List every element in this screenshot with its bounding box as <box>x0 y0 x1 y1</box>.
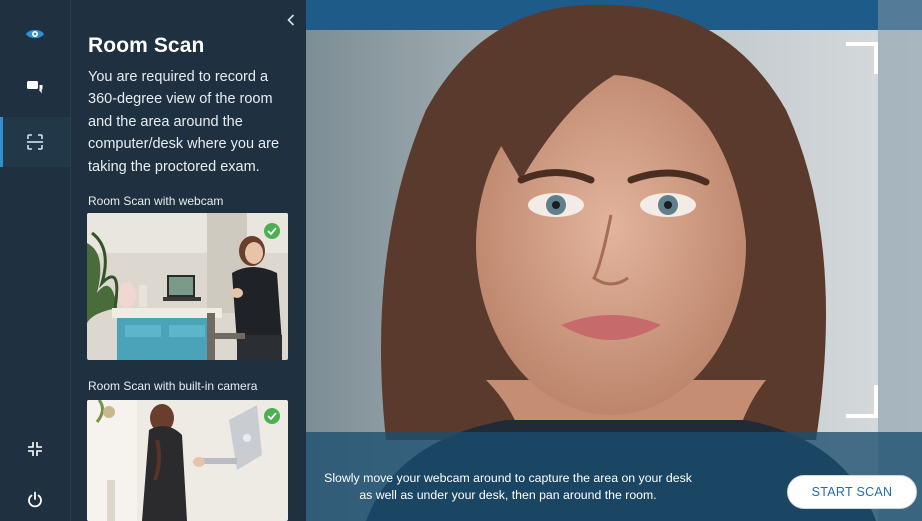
eye-icon <box>26 29 44 39</box>
rail-item-chat[interactable] <box>0 66 70 110</box>
chat-icon <box>27 81 43 94</box>
webcam-scan-illustration <box>87 213 288 360</box>
rail-item-proctor-view[interactable] <box>0 12 70 56</box>
room-scan-panel: Room Scan You are required to record a 3… <box>70 0 306 521</box>
completed-check-icon <box>264 408 280 424</box>
start-scan-button[interactable]: START SCAN <box>787 475 917 509</box>
section-label-webcam: Room Scan with webcam <box>88 194 224 208</box>
rail-item-room-scan[interactable] <box>0 117 70 167</box>
panel-title: Room Scan <box>88 34 205 57</box>
collapse-panel-button[interactable] <box>282 12 300 28</box>
icon-rail <box>0 0 70 521</box>
exit-fullscreen-icon <box>28 442 42 456</box>
section-label-built-in-camera: Room Scan with built-in camera <box>88 379 258 393</box>
chevron-left-icon <box>287 14 295 26</box>
built-in-camera-scan-illustration <box>87 400 288 521</box>
camera-preview: Slowly move your webcam around to captur… <box>306 0 922 521</box>
rail-item-power[interactable] <box>0 477 70 521</box>
rail-item-exit-fullscreen[interactable] <box>0 427 70 471</box>
scan-icon <box>27 134 43 150</box>
built-in-camera-scan-example-image <box>87 400 288 521</box>
panel-description: You are required to record a 360-degree … <box>88 69 280 175</box>
completed-check-icon <box>264 223 280 239</box>
webcam-scan-example-image <box>87 213 288 360</box>
scan-instructions-caption: Slowly move your webcam around to captur… <box>324 471 692 502</box>
power-icon <box>28 491 42 507</box>
